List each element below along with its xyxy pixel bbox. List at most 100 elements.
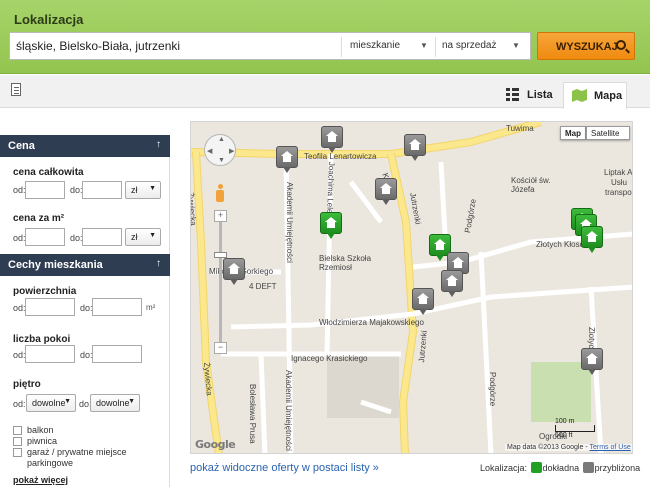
scale-imperial: 500 ft (555, 432, 573, 439)
chevron-down-icon: ▼ (149, 232, 156, 239)
map-attribution: Map data ©2013 Google - Terms of Use (505, 444, 632, 451)
show-visible-as-list-link[interactable]: pokaż widoczne oferty w postaci listy » (190, 462, 379, 474)
price-m2-to-input[interactable] (82, 228, 122, 246)
poi-label: Liptak Ar (604, 168, 633, 177)
document-icon[interactable] (11, 83, 21, 96)
area-to-input[interactable] (92, 298, 142, 316)
house-icon (417, 293, 429, 305)
street-view-pegman-icon[interactable] (215, 184, 225, 204)
transaction-type-select[interactable]: na sprzedaż ▼ (442, 40, 526, 51)
house-icon (452, 257, 464, 269)
pan-up-icon: ▲ (218, 136, 225, 143)
currency-value: zł (131, 232, 138, 242)
pan-down-icon: ▼ (218, 157, 225, 164)
total-price-from-input[interactable] (25, 181, 65, 199)
collapse-arrow-icon: ↑ (156, 258, 161, 269)
to-label: do: (70, 233, 83, 243)
features-section-title: Cechy mieszkania (8, 259, 103, 271)
zoom-out-button[interactable]: − (214, 342, 227, 354)
property-type-select[interactable]: mieszkanie ▼ (350, 40, 432, 51)
street-label: Bolesława Prusa (248, 384, 257, 444)
floor-from-select[interactable]: dowolne ▼ (26, 394, 76, 412)
property-type-value: mieszkanie (350, 40, 401, 51)
to-label: do: (80, 350, 93, 360)
location-search-box: śląskie, Bielsko-Biała, jutrzenki mieszk… (9, 32, 531, 60)
search-icon (616, 40, 626, 50)
house-icon (586, 231, 598, 243)
location-legend: Lokalizacja: dokładna przybliżona (480, 462, 640, 473)
collapse-arrow-icon: ↑ (156, 139, 161, 150)
map-type-map-label: Map (565, 129, 581, 138)
tab-list[interactable]: Lista (500, 82, 553, 109)
house-icon (409, 139, 421, 151)
from-label: od: (13, 185, 26, 195)
terms-link[interactable]: Terms of Use (590, 444, 631, 451)
from-label: od: (13, 399, 26, 409)
listing-pin-approx[interactable] (276, 146, 298, 174)
listing-pin-exact[interactable] (320, 212, 342, 240)
street-label: Tuwima (506, 124, 534, 133)
to-label: do: (70, 185, 83, 195)
floor-to-select[interactable]: dowolne ▼ (90, 394, 140, 412)
garage-checkbox[interactable] (13, 448, 22, 457)
listing-pin-approx[interactable] (581, 348, 603, 376)
legend-approx: przybliżona (594, 463, 641, 473)
listing-pin-approx[interactable] (375, 178, 397, 206)
price-m2-from-input[interactable] (25, 228, 65, 246)
basement-checkbox[interactable] (13, 437, 22, 446)
location-search-input[interactable]: śląskie, Bielsko-Biała, jutrzenki (16, 39, 180, 53)
listing-pin-approx[interactable] (441, 270, 463, 298)
zoom-in-button[interactable]: + (214, 210, 227, 222)
show-more-link[interactable]: pokaż więcej (13, 475, 68, 485)
map-view[interactable]: Map Satellite Teofila Lenartowicza Żywie… (190, 121, 633, 454)
poi-label: Bielska Szkoła Rzemiosł (319, 254, 372, 272)
tab-list-label: Lista (527, 89, 553, 101)
map-type-satellite-button[interactable]: Satellite (586, 126, 630, 140)
balcony-checkbox[interactable] (13, 426, 22, 435)
map-icon (572, 89, 587, 102)
scale-metric: 100 m (555, 418, 575, 425)
house-icon (380, 183, 392, 195)
divider (341, 37, 342, 57)
rooms-from-input[interactable] (25, 345, 75, 363)
map-type-satellite-label: Satellite (591, 129, 620, 138)
poi-label: Usłu (611, 178, 628, 187)
price-section-title: Cena (8, 140, 35, 152)
approx-location-house-icon (582, 462, 594, 473)
map-pan-control[interactable]: ▲ ▼ ◀ ▶ (204, 134, 236, 166)
listing-pin-exact[interactable] (581, 226, 603, 254)
street-label: Akademii Umiejętności (284, 370, 293, 451)
search-button-label: WYSZUKAJ (556, 41, 618, 53)
filters-sidebar: Cena ↑ cena całkowita od: do: zł ▼ cena z… (0, 135, 170, 487)
rooms-to-input[interactable] (92, 345, 142, 363)
listing-pin-approx[interactable] (412, 288, 434, 316)
garage-label: garaż / prywatne miejsce parkingowe (27, 447, 127, 468)
total-price-to-input[interactable] (82, 181, 122, 199)
pan-left-icon: ◀ (207, 148, 213, 155)
search-button[interactable]: WYSZUKAJ (537, 32, 635, 60)
currency-select[interactable]: zł ▼ (125, 228, 161, 246)
poi-label: Kościół św. Józefa (511, 176, 551, 194)
features-section-header[interactable]: Cechy mieszkania ↑ (0, 254, 170, 276)
chevron-down-icon: ▼ (64, 398, 71, 405)
listing-pin-approx[interactable] (321, 126, 343, 154)
currency-value: zł (131, 185, 138, 195)
house-icon (281, 151, 293, 163)
house-icon (446, 275, 458, 287)
house-icon (586, 353, 598, 365)
listing-pin-approx[interactable] (223, 258, 245, 286)
zoom-slider-track[interactable] (219, 220, 222, 344)
currency-select[interactable]: zł ▼ (125, 181, 161, 199)
floor-label: piętro (13, 379, 41, 390)
area-from-input[interactable] (25, 298, 75, 316)
map-type-map-button[interactable]: Map (560, 126, 586, 140)
floor-from-value: dowolne (32, 398, 66, 408)
listing-pin-approx[interactable] (404, 134, 426, 162)
exact-location-house-icon (530, 462, 542, 473)
chevron-down-icon: ▼ (128, 398, 135, 405)
house-icon (228, 263, 240, 275)
poi-label: transpo (605, 188, 632, 197)
area-unit: m² (146, 303, 156, 312)
price-section-header[interactable]: Cena ↑ (0, 135, 170, 157)
tab-map[interactable]: Mapa (563, 82, 627, 109)
